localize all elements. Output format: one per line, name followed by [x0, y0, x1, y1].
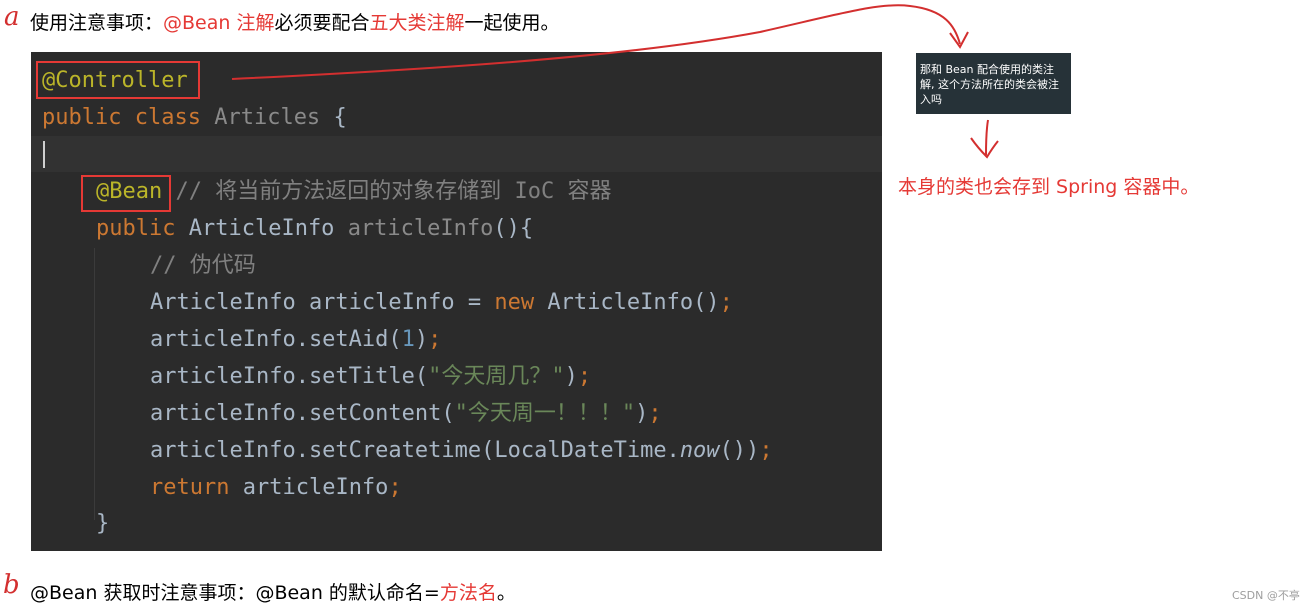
arrow-question-to-answer — [985, 119, 989, 156]
arrow-controller-to-question — [231, 4, 961, 80]
arrow-head-down-2 — [970, 137, 999, 159]
handwritten-arrows — [231, 4, 999, 159]
